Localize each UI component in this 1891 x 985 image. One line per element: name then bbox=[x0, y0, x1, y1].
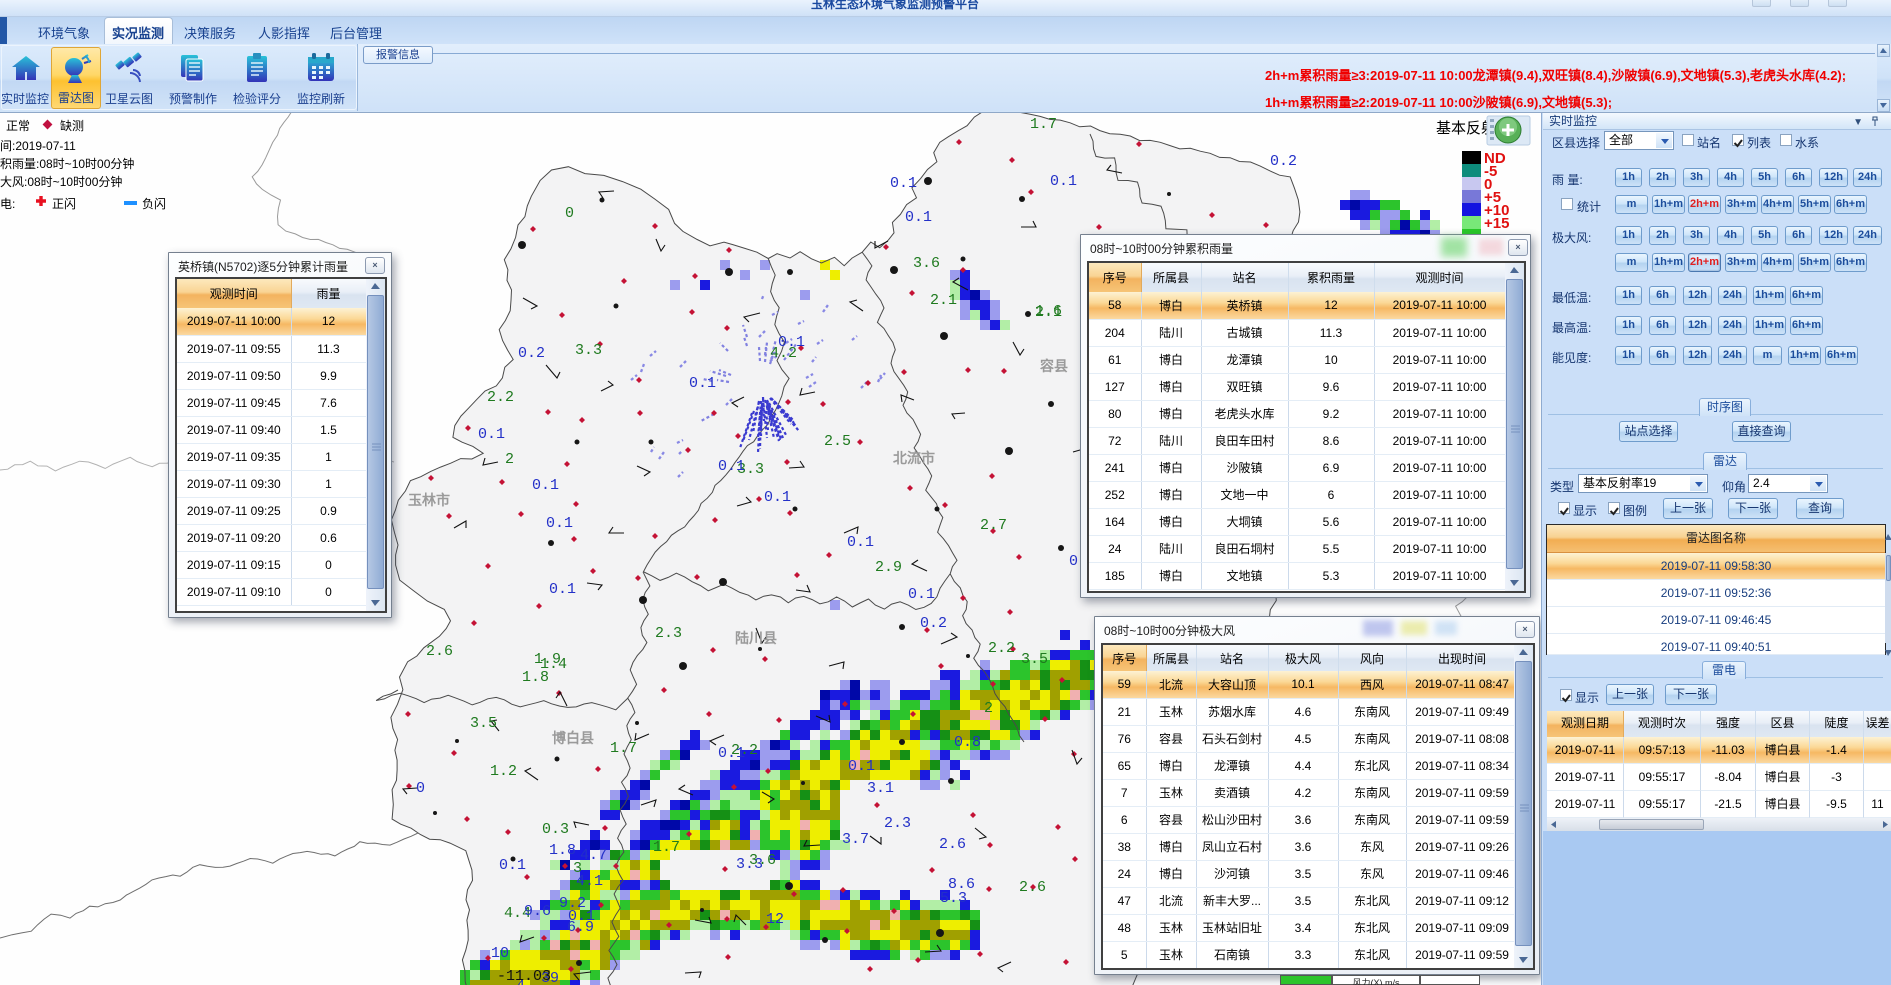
svg-text:玉林市: 玉林市 bbox=[408, 492, 450, 508]
svg-text:10: 10 bbox=[491, 945, 509, 962]
svg-text:2.7: 2.7 bbox=[980, 517, 1007, 534]
svg-text:0.1: 0.1 bbox=[532, 477, 559, 494]
svg-text:积雨量:08时~10时00分钟: 积雨量:08时~10时00分钟 bbox=[0, 156, 134, 171]
svg-text:2.2: 2.2 bbox=[487, 389, 514, 406]
svg-text:0.1: 0.1 bbox=[718, 458, 745, 475]
svg-text:1.9: 1.9 bbox=[534, 651, 561, 668]
svg-text:2.3: 2.3 bbox=[884, 815, 911, 832]
svg-text:1.7: 1.7 bbox=[610, 740, 637, 757]
svg-text:0.1: 0.1 bbox=[478, 426, 505, 443]
svg-text:0.1: 0.1 bbox=[689, 375, 716, 392]
svg-text:12: 12 bbox=[766, 911, 784, 928]
svg-text:3.3: 3.3 bbox=[575, 342, 602, 359]
svg-text:0.2: 0.2 bbox=[920, 615, 947, 632]
svg-text:0.1: 0.1 bbox=[546, 515, 573, 532]
svg-text:2.3: 2.3 bbox=[655, 625, 682, 642]
svg-text:1.2: 1.2 bbox=[490, 763, 517, 780]
svg-text:2.5: 2.5 bbox=[824, 433, 851, 450]
svg-text:间:2019-07-11: 间:2019-07-11 bbox=[0, 139, 76, 153]
svg-text:0.1: 0.1 bbox=[718, 745, 745, 762]
svg-text:0.1: 0.1 bbox=[890, 175, 917, 192]
svg-text:2.2: 2.2 bbox=[988, 640, 1015, 657]
svg-text:缺测: 缺测 bbox=[60, 118, 84, 133]
svg-text:0.1: 0.1 bbox=[764, 489, 791, 506]
svg-text:0.3: 0.3 bbox=[542, 821, 569, 838]
svg-text:5.3: 5.3 bbox=[940, 890, 967, 907]
svg-text:3.5: 3.5 bbox=[470, 715, 497, 732]
svg-text:0.1: 0.1 bbox=[905, 209, 932, 226]
svg-text:2.1: 2.1 bbox=[930, 292, 957, 309]
svg-text:0.1: 0.1 bbox=[499, 857, 526, 874]
svg-text:3.5: 3.5 bbox=[1021, 651, 1048, 668]
svg-text:大风:08时~10时00分钟: 大风:08时~10时00分钟 bbox=[0, 174, 122, 189]
svg-text:+15: +15 bbox=[1484, 215, 1509, 232]
svg-text:9.2: 9.2 bbox=[559, 895, 586, 912]
svg-text:3.3: 3.3 bbox=[736, 856, 763, 873]
svg-text:0.2: 0.2 bbox=[518, 345, 545, 362]
svg-text:0.1: 0.1 bbox=[549, 581, 576, 598]
svg-text:9.6: 9.6 bbox=[524, 903, 551, 920]
svg-text:6.9: 6.9 bbox=[567, 919, 594, 936]
svg-text:2.6: 2.6 bbox=[1019, 879, 1046, 896]
svg-text:0.8: 0.8 bbox=[954, 734, 981, 751]
svg-text:4.1: 4.1 bbox=[576, 873, 603, 890]
svg-text:北流市: 北流市 bbox=[893, 450, 935, 466]
svg-text:正闪: 正闪 bbox=[52, 197, 76, 211]
svg-text:陆川县: 陆川县 bbox=[735, 630, 777, 646]
svg-text:0.1: 0.1 bbox=[778, 334, 805, 351]
svg-text:0.2: 0.2 bbox=[1270, 153, 1297, 170]
svg-text:0.1: 0.1 bbox=[1050, 173, 1077, 190]
svg-text:2.9: 2.9 bbox=[875, 559, 902, 576]
svg-text:2.6: 2.6 bbox=[426, 643, 453, 660]
svg-text:2: 2 bbox=[505, 451, 514, 468]
svg-text:1.8: 1.8 bbox=[549, 842, 576, 859]
svg-text:0: 0 bbox=[416, 780, 425, 797]
svg-text:电:: 电: bbox=[0, 197, 15, 211]
svg-text:2.6: 2.6 bbox=[939, 836, 966, 853]
svg-text:1.7: 1.7 bbox=[653, 839, 680, 856]
svg-text:-11.03: -11.03 bbox=[497, 968, 551, 985]
svg-text:容县: 容县 bbox=[1039, 358, 1068, 374]
svg-text:正常: 正常 bbox=[6, 119, 30, 133]
svg-text:0.1: 0.1 bbox=[847, 534, 874, 551]
svg-text:4.7: 4.7 bbox=[580, 847, 607, 864]
svg-text:负闪: 负闪 bbox=[142, 197, 166, 211]
svg-text:2.1: 2.1 bbox=[1035, 304, 1062, 321]
svg-text:1.7: 1.7 bbox=[1030, 116, 1057, 133]
svg-text:博白县: 博白县 bbox=[552, 730, 594, 746]
svg-text:2: 2 bbox=[984, 700, 993, 717]
svg-text:0.1: 0.1 bbox=[908, 586, 935, 603]
svg-text:0: 0 bbox=[565, 205, 574, 222]
svg-text:3.6: 3.6 bbox=[913, 255, 940, 272]
svg-text:3.7: 3.7 bbox=[842, 831, 869, 848]
svg-text:3.1: 3.1 bbox=[867, 780, 894, 797]
svg-text:0.1: 0.1 bbox=[848, 758, 875, 775]
